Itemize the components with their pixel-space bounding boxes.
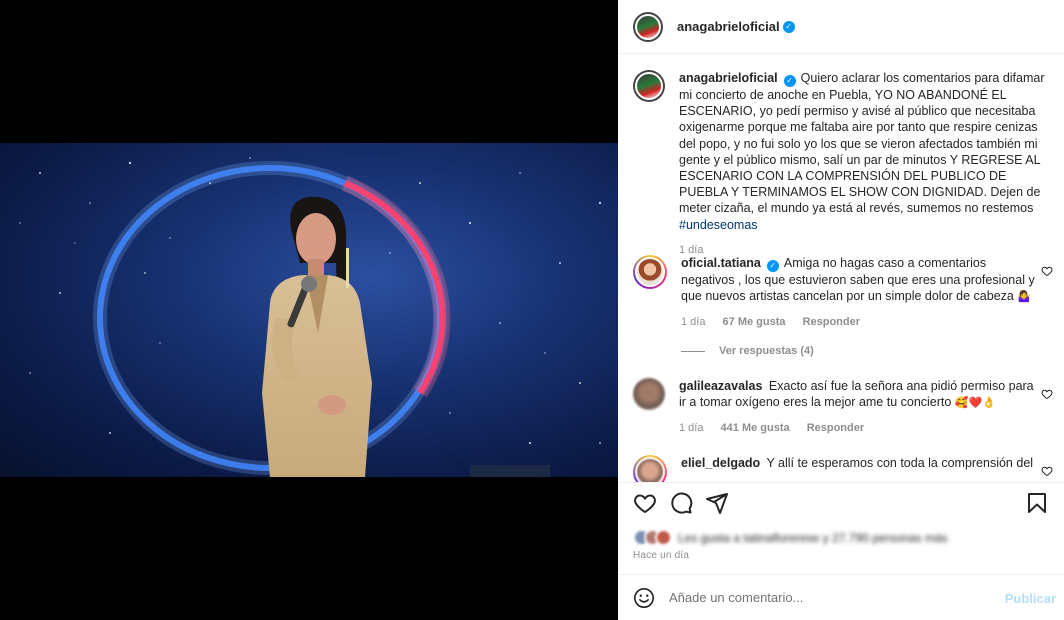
post-time-ago: Hace un día — [633, 550, 690, 561]
comment-meta: 1 día 441 Me gusta Responder — [679, 420, 1039, 436]
comment-time[interactable]: 1 día — [679, 422, 703, 434]
author-username[interactable]: anagabrieloficial — [677, 19, 780, 34]
add-comment-bar: Publicar — [618, 574, 1064, 620]
comment-item: oficial.tatiana ✓ Amiga no hagas caso a co… — [633, 255, 1053, 331]
likes-summary[interactable]: Les gusta a tatinaflorerese y 27.790 per… — [633, 529, 948, 546]
caption-body: anagabrieloficial ✓ Quiero aclarar los com… — [679, 70, 1049, 258]
emoji-icon[interactable] — [633, 587, 655, 609]
comment-icon[interactable] — [669, 491, 693, 515]
reply-button[interactable]: Responder — [803, 316, 860, 328]
share-icon[interactable] — [705, 491, 729, 515]
bookmark-icon[interactable] — [1025, 491, 1049, 515]
view-replies-button[interactable]: Ver respuestas (4) — [681, 345, 814, 357]
post-actions: Les gusta a tatinaflorerese y 27.790 per… — [618, 482, 1064, 574]
likes-summary-text[interactable]: Les gusta a tatinaflorerese y 27.790 per… — [678, 531, 948, 545]
comment-like-heart-icon[interactable] — [1041, 265, 1053, 277]
reply-button[interactable]: Responder — [807, 422, 864, 434]
verified-icon: ✓ — [766, 260, 779, 272]
comment-like-heart-icon[interactable] — [1041, 465, 1053, 477]
verified-icon: ✓ — [783, 75, 796, 87]
commenter-username[interactable]: galileazavalas — [679, 379, 762, 393]
comment-body: oficial.tatiana ✓ Amiga no hagas caso a co… — [681, 255, 1041, 331]
comment-item: eliel_delgado Y allí te esperamos con to… — [633, 455, 1053, 482]
comment-input[interactable] — [669, 590, 969, 605]
post-photo — [0, 143, 618, 477]
comment-meta: 1 día 67 Me gusta Responder — [681, 314, 1041, 330]
comment-like-heart-icon[interactable] — [1041, 388, 1053, 400]
comment-item: galileazavalas Exacto así fue la señora … — [633, 378, 1053, 437]
comment-emoji: 🤷‍♀️ — [1017, 290, 1032, 304]
replies-divider — [681, 350, 705, 352]
caption-hashtag[interactable]: #undeseomas — [679, 218, 758, 232]
comment-emoji: 🥰❤️👌 — [954, 396, 996, 410]
verified-icon: ✓ — [782, 20, 795, 33]
view-replies-label[interactable]: Ver respuestas (4) — [719, 345, 814, 357]
comment-time[interactable]: 1 día — [681, 316, 705, 328]
comment-body: galileazavalas Exacto así fue la señora … — [679, 378, 1039, 437]
concert-photo-illustration — [19, 157, 602, 477]
commenter-username[interactable]: eliel_delgado — [681, 456, 760, 470]
caption-username[interactable]: anagabrieloficial — [679, 71, 778, 85]
publish-button[interactable]: Publicar — [1005, 591, 1056, 606]
post-media[interactable] — [0, 0, 618, 620]
comment-likes[interactable]: 67 Me gusta — [723, 316, 786, 328]
comment-text: Y allí te esperamos con toda la comprens… — [766, 456, 1034, 470]
caption-avatar[interactable] — [633, 70, 665, 102]
commenter-avatar[interactable] — [633, 455, 667, 482]
post-side-panel: anagabrieloficial ✓ anagabrieloficial ✓ Qu… — [618, 0, 1064, 620]
liker-avatar — [655, 529, 672, 546]
commenter-avatar[interactable] — [633, 378, 665, 410]
heart-icon[interactable] — [633, 491, 657, 515]
caption-text: Quiero aclarar los comentarios para difa… — [679, 71, 1045, 216]
commenter-username[interactable]: oficial.tatiana — [681, 256, 761, 270]
author-avatar[interactable] — [633, 11, 663, 42]
comments-list[interactable]: anagabrieloficial ✓ Quiero aclarar los com… — [618, 55, 1064, 482]
post-header: anagabrieloficial ✓ — [618, 0, 1064, 54]
commenter-avatar[interactable] — [633, 255, 667, 289]
instagram-post-view: anagabrieloficial ✓ anagabrieloficial ✓ Qu… — [0, 0, 1064, 620]
caption: anagabrieloficial ✓ Quiero aclarar los com… — [633, 70, 1053, 258]
comment-body: eliel_delgado Y allí te esperamos con to… — [681, 455, 1041, 482]
comment-likes[interactable]: 441 Me gusta — [721, 422, 790, 434]
